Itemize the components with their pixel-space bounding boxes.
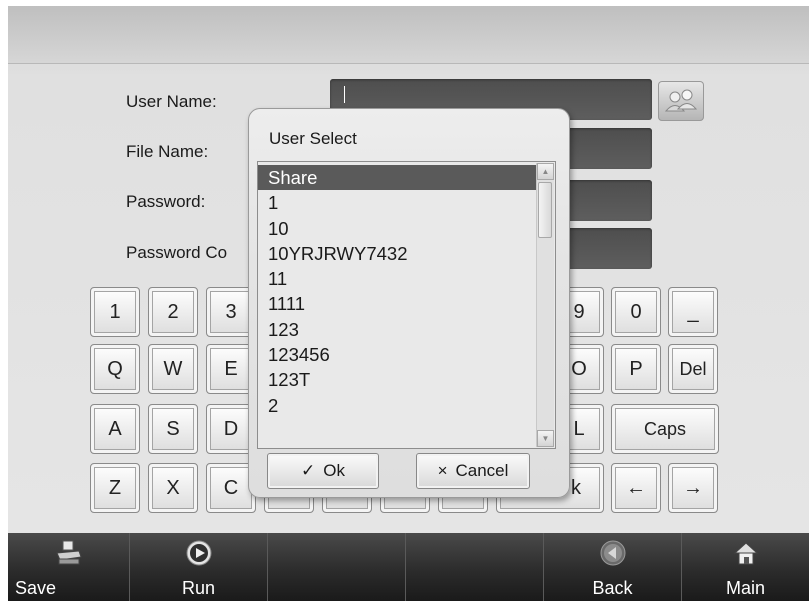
username-label: User Name: bbox=[126, 92, 217, 111]
list-item[interactable]: 123T bbox=[258, 367, 536, 392]
save-button[interactable]: Save bbox=[8, 533, 130, 601]
taskbar: Save Run Back Main bbox=[8, 533, 809, 601]
main-label: Main bbox=[725, 578, 765, 598]
list-item[interactable]: 11 bbox=[258, 266, 536, 291]
header-bar bbox=[8, 6, 809, 64]
users-icon bbox=[664, 89, 698, 112]
key-0[interactable]: 0 bbox=[611, 287, 661, 337]
key-1[interactable]: 1 bbox=[90, 287, 140, 337]
ok-label: Ok bbox=[323, 461, 345, 480]
key-s[interactable]: S bbox=[148, 404, 198, 454]
checkmark-icon: ✓ bbox=[301, 461, 316, 480]
save-icon bbox=[55, 540, 82, 565]
dialog-title: User Select bbox=[269, 129, 357, 148]
key-p[interactable]: P bbox=[611, 344, 661, 394]
close-icon: × bbox=[437, 461, 448, 480]
key-caps[interactable]: Caps bbox=[611, 404, 719, 454]
main-button[interactable]: Main bbox=[682, 533, 809, 601]
key-underscore[interactable]: _ bbox=[668, 287, 718, 337]
key-w[interactable]: W bbox=[148, 344, 198, 394]
key-q[interactable]: Q bbox=[90, 344, 140, 394]
scroll-thumb[interactable] bbox=[538, 182, 552, 238]
key-left-arrow[interactable]: ← bbox=[611, 463, 661, 513]
run-label: Run bbox=[181, 578, 216, 598]
user-list[interactable]: Share 1 10 10YRJRWY7432 11 1111 123 1234… bbox=[257, 161, 556, 449]
back-icon bbox=[600, 540, 625, 566]
list-item[interactable]: 1111 bbox=[258, 291, 536, 316]
user-select-button[interactable] bbox=[658, 81, 704, 121]
key-z[interactable]: Z bbox=[90, 463, 140, 513]
cancel-button[interactable]: × Cancel bbox=[416, 453, 530, 489]
list-item[interactable]: 1 bbox=[258, 190, 536, 215]
key-2[interactable]: 2 bbox=[148, 287, 198, 337]
list-item[interactable]: 10YRJRWY7432 bbox=[258, 241, 536, 266]
scroll-down-arrow-icon[interactable]: ▼ bbox=[537, 430, 554, 447]
list-item[interactable]: 123 bbox=[258, 317, 536, 342]
list-item[interactable]: 10 bbox=[258, 216, 536, 241]
list-item[interactable]: 2 bbox=[258, 393, 536, 418]
password-confirm-label: Password Co bbox=[126, 243, 228, 262]
list-item[interactable]: 123456 bbox=[258, 342, 536, 367]
home-icon bbox=[733, 542, 758, 565]
save-label: Save bbox=[15, 578, 57, 598]
cancel-label: Cancel bbox=[455, 461, 509, 480]
back-label: Back bbox=[592, 578, 633, 598]
filename-label: File Name: bbox=[126, 142, 209, 161]
taskbar-empty-button[interactable] bbox=[268, 533, 406, 601]
taskbar-empty-button[interactable] bbox=[406, 533, 544, 601]
password-label: Password: bbox=[126, 192, 206, 211]
key-delete[interactable]: Del bbox=[668, 344, 718, 394]
key-x[interactable]: X bbox=[148, 463, 198, 513]
run-icon bbox=[186, 540, 211, 566]
scroll-up-arrow-icon[interactable]: ▲ bbox=[537, 163, 554, 180]
list-scrollbar[interactable]: ▲ ▼ bbox=[536, 163, 554, 447]
text-cursor bbox=[344, 86, 345, 103]
key-a[interactable]: A bbox=[90, 404, 140, 454]
screen: User Name: File Name: Password: Password… bbox=[8, 6, 809, 601]
list-item-selected[interactable]: Share bbox=[258, 165, 536, 191]
run-button[interactable]: Run bbox=[130, 533, 268, 601]
key-right-arrow[interactable]: → bbox=[668, 463, 718, 513]
user-select-dialog: User Select Share 1 10 10YRJRWY7432 11 1… bbox=[248, 108, 570, 498]
back-button[interactable]: Back bbox=[544, 533, 682, 601]
ok-button[interactable]: ✓ Ok bbox=[267, 453, 379, 489]
